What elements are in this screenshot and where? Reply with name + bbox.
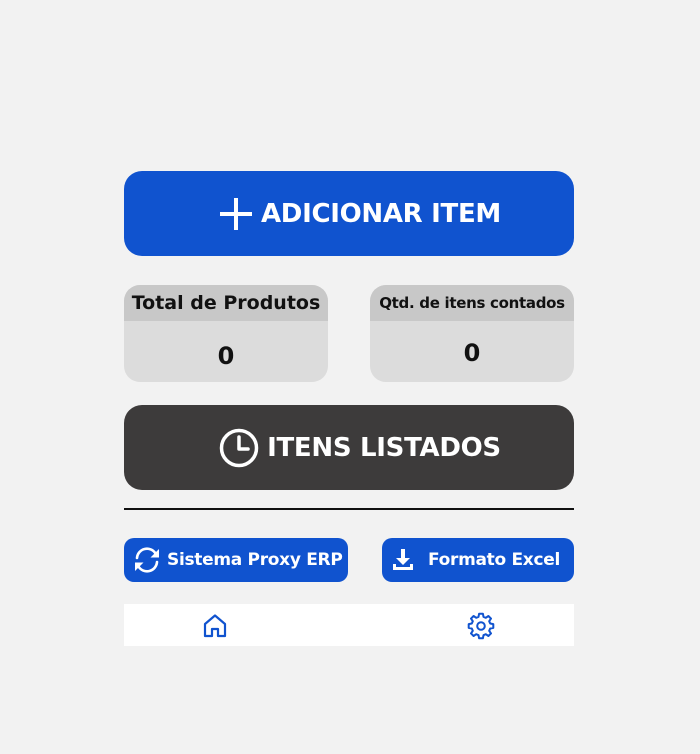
counted-items-label: Qtd. de itens contados (370, 285, 574, 321)
excel-format-label: Formato Excel (428, 550, 561, 570)
bottom-nav (124, 604, 574, 646)
download-icon (392, 548, 414, 572)
proxy-erp-label: Sistema Proxy ERP (167, 550, 343, 570)
counted-items-card: Qtd. de itens contados 0 (370, 285, 574, 382)
home-icon[interactable] (201, 612, 229, 640)
excel-format-button[interactable]: Formato Excel (382, 538, 574, 582)
proxy-erp-button[interactable]: Sistema Proxy ERP (124, 538, 348, 582)
listed-items-label: ITENS LISTADOS (267, 432, 501, 463)
total-products-label: Total de Produtos (124, 285, 328, 321)
total-products-card: Total de Produtos 0 (124, 285, 328, 382)
add-item-label: ADICIONAR ITEM (260, 198, 502, 229)
add-item-button[interactable]: ADICIONAR ITEM (124, 171, 574, 256)
total-products-value: 0 (217, 342, 235, 370)
clock-icon (219, 428, 259, 468)
plus-icon (219, 197, 253, 231)
listed-items-button[interactable]: ITENS LISTADOS (124, 405, 574, 490)
divider (124, 508, 574, 510)
counted-items-value: 0 (463, 339, 481, 367)
sync-icon (132, 545, 162, 575)
gear-icon[interactable] (467, 612, 495, 640)
